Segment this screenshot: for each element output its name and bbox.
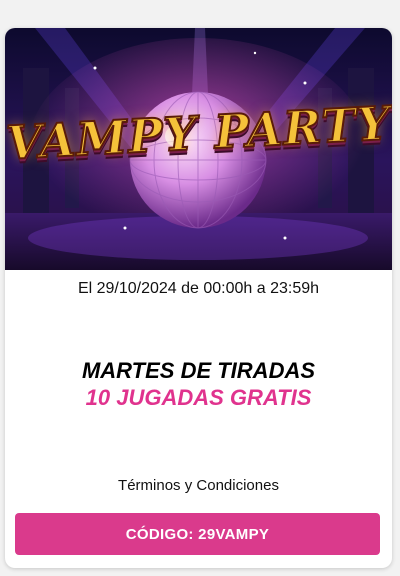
promo-code-button[interactable]: CÓDIGO: 29VAMPY	[15, 513, 380, 555]
promo-headline: MARTES DE TIRADAS	[81, 358, 316, 383]
game-banner[interactable]: VAMPY PARTY	[5, 28, 392, 270]
promo-subheadline: 10 JUGADAS GRATIS	[85, 385, 312, 410]
promo-card: VAMPY PARTY El 29/10/2024 de 00:00h a 23…	[5, 28, 392, 568]
promo-date: El 29/10/2024 de 00:00h a 23:59h	[77, 280, 320, 297]
terms-link[interactable]: Términos y Condiciones	[5, 477, 392, 494]
